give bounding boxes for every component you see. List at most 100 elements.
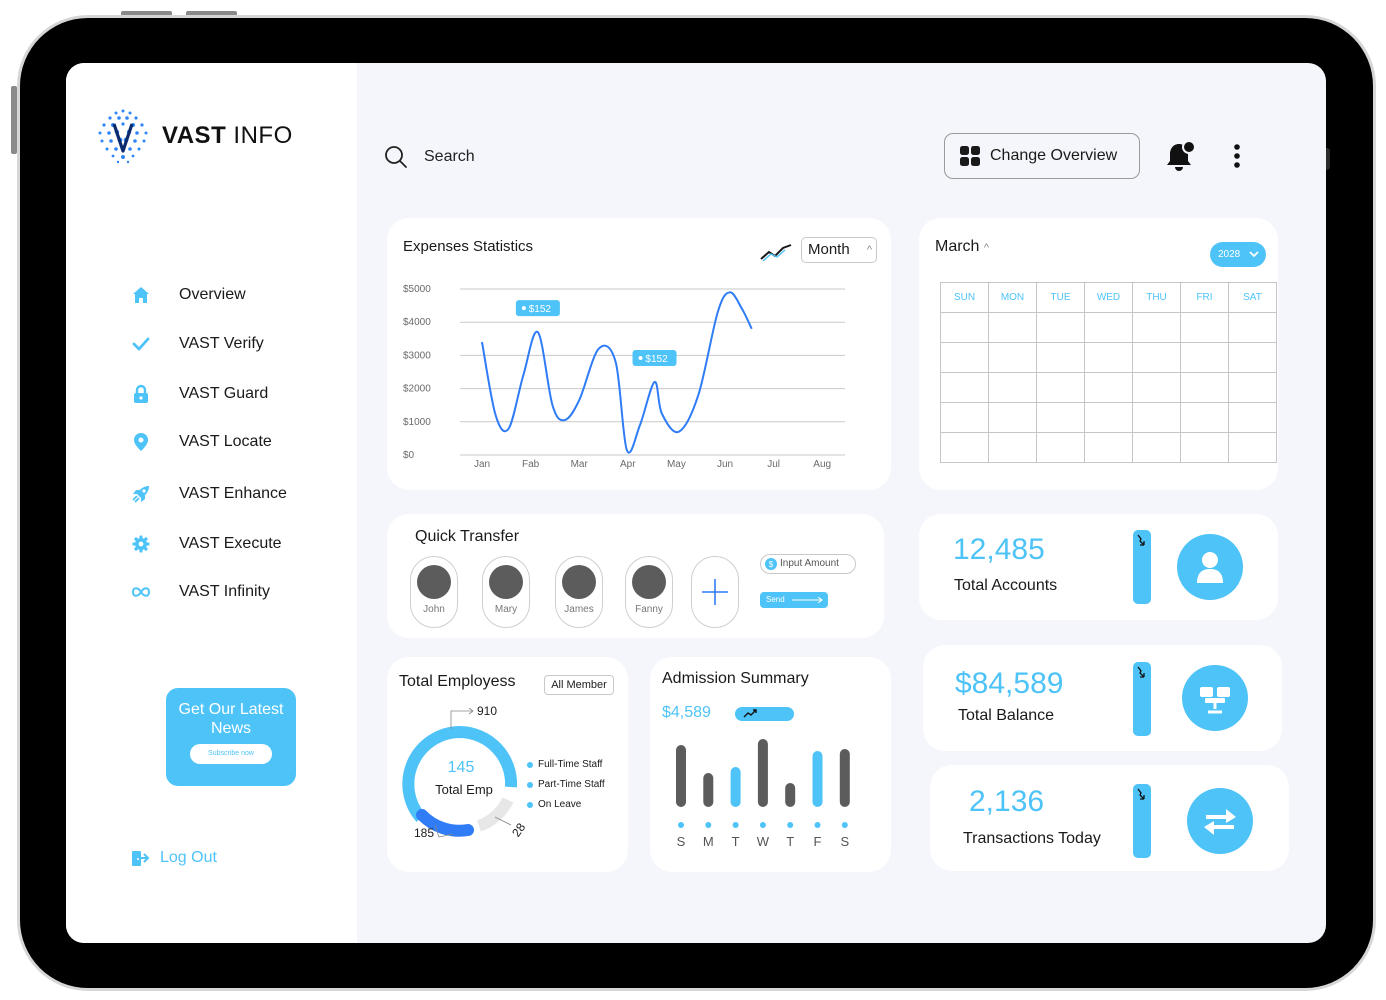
calendar-week-row <box>940 372 1277 403</box>
contact-fanny[interactable]: Fanny <box>625 556 673 628</box>
calendar-week-row <box>940 402 1277 433</box>
sidebar-item-vast-locate[interactable]: VAST Locate <box>130 428 330 456</box>
add-contact-button[interactable] <box>691 556 739 628</box>
notification-bell-icon[interactable] <box>1165 140 1197 174</box>
admission-day-label: F <box>814 834 822 849</box>
calendar-day-cell[interactable] <box>988 402 1037 433</box>
calendar-day-cell[interactable] <box>1180 402 1229 433</box>
x-tick-label: Jul <box>767 459 780 470</box>
calendar-day-cell[interactable] <box>1180 312 1229 343</box>
trend-line-icon[interactable] <box>759 242 793 262</box>
trend-indicator <box>1133 784 1151 858</box>
home-icon <box>130 284 152 306</box>
calendar-day-cell[interactable] <box>940 312 989 343</box>
calendar-day-cell[interactable] <box>940 342 989 373</box>
search-input[interactable]: Search <box>384 145 475 169</box>
calendar-day-cell[interactable] <box>1132 402 1181 433</box>
legend-dot <box>527 761 533 768</box>
calendar-day-header: SAT <box>1228 282 1277 313</box>
calendar-day-cell[interactable] <box>1132 342 1181 373</box>
legend-dot <box>527 801 533 808</box>
calendar-day-cell[interactable] <box>1084 432 1133 463</box>
contact-mary[interactable]: Mary <box>482 556 530 628</box>
x-tick-label: Jun <box>717 459 733 470</box>
period-select[interactable]: Month ^ <box>801 237 877 263</box>
admission-bar-chart: SMTWTFS <box>676 739 850 849</box>
calendar-day-cell[interactable] <box>1084 342 1133 373</box>
volume-button <box>186 11 237 17</box>
calendar-month-select[interactable]: March ^ <box>935 238 989 256</box>
calendar-day-cell[interactable] <box>1132 372 1181 403</box>
calendar-day-cell[interactable] <box>1228 432 1277 463</box>
calendar-day-cell[interactable] <box>1036 432 1085 463</box>
avatar <box>632 565 666 599</box>
calendar-day-cell[interactable] <box>1228 342 1277 373</box>
year-select[interactable]: 2028 <box>1210 242 1266 267</box>
admission-day-label: S <box>677 834 686 849</box>
amount-placeholder: Input Amount <box>780 558 839 569</box>
total-accounts-value: 12,485 <box>953 533 1045 566</box>
expenses-statistics-card: Expenses Statistics Month ^ $0 $1000 $2000 $… <box>387 218 891 490</box>
calendar-day-header: MON <box>988 282 1037 313</box>
change-overview-button[interactable]: Change Overview <box>944 133 1140 179</box>
sidebar-item-vast-guard[interactable]: VAST Guard <box>130 380 330 408</box>
calendar-day-cell[interactable] <box>1180 342 1229 373</box>
trend-down-icon <box>1137 666 1145 678</box>
contact-james[interactable]: James <box>555 556 603 628</box>
calendar-day-cell[interactable] <box>1036 372 1085 403</box>
logout-icon <box>132 851 150 866</box>
contact-john[interactable]: John <box>410 556 458 628</box>
avatar <box>562 565 596 599</box>
admission-bar <box>730 767 741 807</box>
amount-input[interactable]: $ Input Amount <box>760 554 856 574</box>
logout-button[interactable]: Log Out <box>130 848 217 868</box>
admission-dot <box>732 822 739 828</box>
calendar-day-cell[interactable] <box>940 372 989 403</box>
calendar-day-cell[interactable] <box>988 432 1037 463</box>
sidebar-item-overview[interactable]: Overview <box>130 281 330 309</box>
change-overview-label: Change Overview <box>990 147 1118 164</box>
send-button[interactable]: Send <box>760 592 828 608</box>
sidebar-item-vast-enhance[interactable]: VAST Enhance <box>130 480 330 508</box>
admission-day-label: T <box>732 834 740 849</box>
calendar-day-cell[interactable] <box>1084 312 1133 343</box>
admission-dot <box>678 822 684 828</box>
legend-label: On Leave <box>538 799 582 810</box>
admission-dot <box>787 822 794 828</box>
transactions-today-value: 2,136 <box>969 785 1045 818</box>
calendar-day-cell[interactable] <box>1180 432 1229 463</box>
calendar-day-cell[interactable] <box>1132 312 1181 343</box>
calendar-day-cell[interactable] <box>1228 402 1277 433</box>
subscribe-button[interactable]: Subscribe now <box>190 744 272 764</box>
y-tick-label: $5000 <box>403 284 431 295</box>
y-tick-label: $3000 <box>403 350 431 361</box>
calendar-day-cell[interactable] <box>1084 372 1133 403</box>
total-accounts-card: 12,485 Total Accounts <box>919 514 1278 620</box>
sidebar-item-vast-execute[interactable]: VAST Execute <box>130 530 330 558</box>
gear-icon <box>130 533 152 555</box>
calendar-day-cell[interactable] <box>1180 372 1229 403</box>
calendar-day-cell[interactable] <box>940 402 989 433</box>
admission-bar <box>676 745 686 807</box>
calendar-day-cell[interactable] <box>1132 432 1181 463</box>
calendar-day-cell[interactable] <box>1036 342 1085 373</box>
calendar-day-cell[interactable] <box>1036 402 1085 433</box>
newsletter-card: Get Our Latest News Subscribe now <box>166 688 296 786</box>
employees-title: Total Employess <box>399 673 516 690</box>
calendar-day-cell[interactable] <box>988 312 1037 343</box>
calendar-day-cell[interactable] <box>988 342 1037 373</box>
calendar-day-cell[interactable] <box>1228 312 1277 343</box>
sidebar-item-vast-verify[interactable]: VAST Verify <box>130 330 330 358</box>
employees-center-label: Total Emp <box>435 782 493 797</box>
brand-logo[interactable]: VAST INFO <box>92 107 293 165</box>
sidebar-item-vast-infinity[interactable]: VAST Infinity <box>130 578 330 606</box>
calendar-day-cell[interactable] <box>1084 402 1133 433</box>
calendar-day-cell[interactable] <box>1036 312 1085 343</box>
chevron-up-icon: ^ <box>866 244 872 256</box>
transactions-today-card: 2,136 Transactions Today <box>930 765 1289 871</box>
more-options-icon[interactable] <box>1230 143 1244 171</box>
calendar-day-cell[interactable] <box>1228 372 1277 403</box>
member-filter-select[interactable]: All Member <box>544 675 614 695</box>
calendar-day-cell[interactable] <box>940 432 989 463</box>
calendar-day-cell[interactable] <box>988 372 1037 403</box>
